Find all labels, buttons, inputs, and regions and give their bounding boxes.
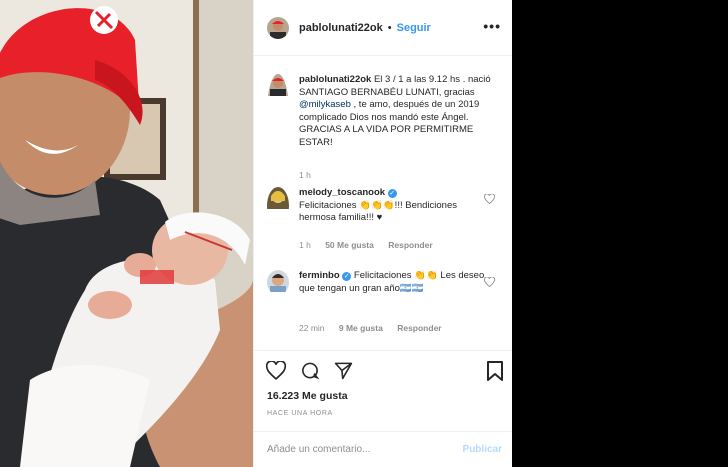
action-icons — [266, 361, 353, 380]
comments-list: pablolunati22ok El 3 / 1 a las 9.12 hs .… — [254, 56, 513, 350]
comment-text: melody_toscanook ✓ Felicitaciones 👏👏👏!!!… — [299, 187, 495, 225]
comment-avatar[interactable] — [267, 187, 289, 225]
share-icon[interactable] — [334, 361, 353, 380]
comment-avatar[interactable] — [267, 270, 289, 295]
comment-meta: 22 min 9 Me gusta Responder — [299, 323, 454, 333]
comment-like-heart-icon[interactable] — [484, 194, 495, 204]
add-comment-bar: Añade un comentario... Publicar — [254, 431, 513, 467]
comment-age[interactable]: 22 min — [299, 323, 325, 333]
comment-text: ferminbo ✓ Felicitaciones 👏👏 Les deseo q… — [299, 270, 495, 295]
verified-icon: ✓ — [342, 272, 352, 281]
follow-button[interactable]: Seguir — [397, 22, 431, 34]
post-panel: pablolunati22ok • Seguir ••• pablolunati… — [253, 0, 513, 467]
bookmark-icon[interactable] — [487, 361, 503, 381]
caption-username[interactable]: pablolunati22ok — [299, 74, 371, 85]
reply-button[interactable]: Responder — [397, 323, 441, 333]
comment-likes[interactable]: 50 Me gusta — [325, 240, 374, 250]
caption: pablolunati22ok El 3 / 1 a las 9.12 hs .… — [267, 74, 495, 149]
post-photo[interactable] — [0, 0, 253, 467]
more-icon[interactable]: ••• — [483, 18, 501, 34]
comment-meta: 1 h 50 Me gusta Responder — [299, 240, 445, 250]
verified-icon: ✓ — [387, 189, 397, 198]
comment-likes[interactable]: 9 Me gusta — [339, 323, 383, 333]
publish-button[interactable]: Publicar — [463, 444, 502, 455]
author-username[interactable]: pablolunati22ok — [299, 22, 383, 34]
comment-body: Felicitaciones 👏👏👏!!! Bendiciones hermos… — [299, 199, 457, 224]
background-letterbox — [512, 0, 728, 467]
reply-button[interactable]: Responder — [388, 240, 432, 250]
comment-input[interactable]: Añade un comentario... — [267, 444, 370, 455]
heart-icon[interactable] — [266, 361, 286, 380]
comment-like-heart-icon[interactable] — [484, 277, 495, 287]
post-header: pablolunati22ok • Seguir ••• — [254, 0, 513, 56]
comment-username[interactable]: ferminbo — [299, 270, 340, 281]
comment-item: melody_toscanook ✓ Felicitaciones 👏👏👏!!!… — [267, 187, 495, 225]
post-timestamp[interactable]: HACE UNA HORA — [267, 410, 333, 417]
caption-text: pablolunati22ok El 3 / 1 a las 9.12 hs .… — [299, 74, 495, 149]
caption-meta: 1 h — [299, 170, 323, 180]
comment-username[interactable]: melody_toscanook — [299, 187, 385, 198]
likes-count[interactable]: 16.223 Me gusta — [267, 390, 348, 402]
caption-mention[interactable]: @milykaseb — [299, 99, 351, 110]
post-actions: 16.223 Me gusta HACE UNA HORA Añade un c… — [254, 350, 513, 467]
caption-age[interactable]: 1 h — [299, 170, 311, 180]
author-avatar[interactable] — [267, 16, 289, 39]
photo-illustration — [0, 0, 253, 467]
caption-avatar[interactable] — [267, 74, 289, 149]
comment-item: ferminbo ✓ Felicitaciones 👏👏 Les deseo q… — [267, 270, 495, 295]
comment-icon[interactable] — [300, 361, 320, 380]
comment-age[interactable]: 1 h — [299, 240, 311, 250]
header-separator: • — [387, 21, 392, 34]
